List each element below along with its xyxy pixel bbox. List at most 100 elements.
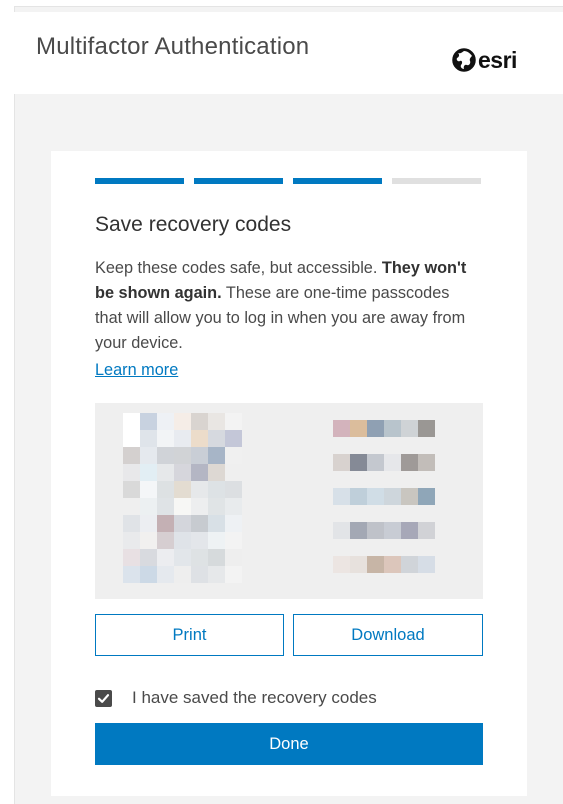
obscured-code-pixel: [174, 532, 191, 549]
obscured-code-pixel: [208, 532, 225, 549]
page-title: Multifactor Authentication: [36, 33, 310, 60]
obscured-code-pixel: [140, 413, 157, 430]
download-button[interactable]: Download: [293, 614, 483, 656]
obscured-code-pixel: [123, 532, 140, 549]
obscured-code-pixel: [333, 522, 350, 539]
obscured-code-pixel: [225, 481, 242, 498]
obscured-code-pixel: [157, 549, 174, 566]
obscured-code-pixel: [418, 454, 435, 471]
obscured-code-pixel: [174, 447, 191, 464]
obscured-code-pixel: [208, 481, 225, 498]
obscured-code-pixel: [384, 454, 401, 471]
obscured-code-pixel: [350, 454, 367, 471]
done-button[interactable]: Done: [95, 723, 483, 765]
obscured-code-pixel: [123, 566, 140, 583]
obscured-code-pixel: [174, 464, 191, 481]
obscured-code-pixel: [191, 413, 208, 430]
obscured-code-pixel: [384, 556, 401, 573]
obscured-code-pixel: [140, 464, 157, 481]
header-bar: Multifactor Authentication esri: [14, 12, 563, 94]
card-description: Keep these codes safe, but accessible. T…: [95, 256, 480, 356]
obscured-code-pixel: [191, 532, 208, 549]
obscured-code-pixel: [225, 430, 242, 447]
obscured-code-pixel: [157, 464, 174, 481]
obscured-code-pixel: [401, 454, 418, 471]
obscured-code-pixel: [140, 481, 157, 498]
obscured-code-pixel: [333, 454, 350, 471]
obscured-code-pixel: [140, 498, 157, 515]
obscured-code-pixel: [157, 498, 174, 515]
obscured-code-pixel: [123, 447, 140, 464]
obscured-code-pixel: [140, 532, 157, 549]
obscured-code-pixel: [191, 447, 208, 464]
progress-step: [95, 178, 184, 184]
obscured-code-pixel: [384, 488, 401, 505]
obscured-code-pixel: [157, 532, 174, 549]
obscured-code-pixel: [208, 447, 225, 464]
obscured-code-pixel: [191, 566, 208, 583]
obscured-code-pixel: [384, 420, 401, 437]
obscured-code-pixel: [418, 522, 435, 539]
obscured-code-pixel: [225, 447, 242, 464]
obscured-code-pixel: [208, 464, 225, 481]
learn-more-link[interactable]: Learn more: [95, 361, 178, 380]
obscured-code-pixel: [401, 420, 418, 437]
step-progress: [95, 178, 481, 184]
obscured-code-pixel: [140, 549, 157, 566]
obscured-code-pixel: [225, 515, 242, 532]
obscured-code-pixel: [208, 430, 225, 447]
obscured-code-pixel: [123, 430, 140, 447]
obscured-code-pixel: [174, 549, 191, 566]
saved-codes-checkbox[interactable]: [95, 689, 112, 707]
obscured-code-pixel: [123, 515, 140, 532]
obscured-code-pixel: [174, 481, 191, 498]
obscured-code-pixel: [123, 549, 140, 566]
obscured-code-pixel: [367, 522, 384, 539]
obscured-code-pixel: [350, 488, 367, 505]
obscured-code-pixel: [140, 447, 157, 464]
obscured-code-pixel: [225, 498, 242, 515]
obscured-code-pixel: [225, 464, 242, 481]
obscured-code-pixel: [174, 413, 191, 430]
obscured-code-pixel: [157, 481, 174, 498]
obscured-code-pixel: [157, 430, 174, 447]
obscured-code-pixel: [123, 481, 140, 498]
recovery-codes-left-obscured: [123, 413, 242, 583]
obscured-code-pixel: [225, 549, 242, 566]
obscured-code-pixel: [140, 515, 157, 532]
obscured-code-pixel: [208, 515, 225, 532]
obscured-code-pixel: [174, 566, 191, 583]
globe-icon: [452, 48, 476, 72]
obscured-code-pixel: [367, 556, 384, 573]
obscured-code-pixel: [123, 464, 140, 481]
obscured-code-pixel: [123, 498, 140, 515]
obscured-code-pixel: [225, 413, 242, 430]
obscured-code-pixel: [384, 522, 401, 539]
obscured-code-pixel: [191, 481, 208, 498]
progress-step: [392, 178, 481, 184]
obscured-code-pixel: [225, 566, 242, 583]
obscured-code-pixel: [208, 549, 225, 566]
obscured-code-pixel: [401, 556, 418, 573]
recovery-codes-card: Save recovery codes Keep these codes saf…: [51, 151, 527, 796]
obscured-code-pixel: [367, 488, 384, 505]
saved-confirmation-row[interactable]: I have saved the recovery codes: [95, 688, 377, 708]
obscured-code-pixel: [191, 549, 208, 566]
print-button[interactable]: Print: [95, 614, 284, 656]
desc-text-1: Keep these codes safe, but accessible.: [95, 259, 382, 277]
logo-text: esri: [478, 46, 517, 73]
obscured-code-pixel: [157, 447, 174, 464]
obscured-code-pixel: [191, 498, 208, 515]
progress-step: [293, 178, 382, 184]
card-title: Save recovery codes: [95, 213, 292, 236]
checkbox-label[interactable]: I have saved the recovery codes: [132, 688, 377, 708]
obscured-code-pixel: [208, 498, 225, 515]
obscured-code-pixel: [333, 556, 350, 573]
obscured-code-pixel: [208, 413, 225, 430]
obscured-code-pixel: [350, 522, 367, 539]
obscured-code-pixel: [123, 413, 140, 430]
obscured-code-pixel: [418, 488, 435, 505]
obscured-code-pixel: [157, 515, 174, 532]
obscured-code-pixel: [333, 420, 350, 437]
obscured-code-pixel: [367, 420, 384, 437]
